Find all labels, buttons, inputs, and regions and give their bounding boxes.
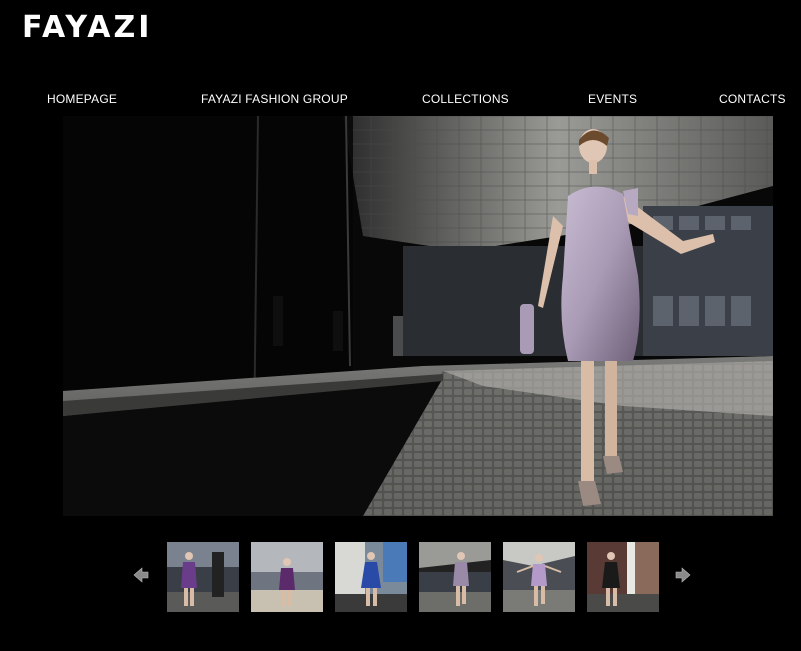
hero-image [63, 116, 773, 516]
thumbnail-1[interactable] [167, 542, 239, 612]
nav-item-homepage[interactable]: HOMEPAGE [47, 92, 117, 106]
thumbnail-2[interactable] [251, 542, 323, 612]
arrow-right-icon[interactable] [674, 566, 692, 584]
brand-logo[interactable]: FAYAZI [22, 12, 152, 44]
nav-item-events[interactable]: EVENTS [588, 92, 637, 106]
main-nav: HOMEPAGE FAYAZI FASHION GROUP COLLECTION… [0, 92, 801, 110]
arrow-left-icon[interactable] [132, 566, 150, 584]
thumbnail-strip [0, 540, 801, 612]
thumbnail-4[interactable] [419, 542, 491, 612]
nav-item-contacts[interactable]: CONTACTS [719, 92, 786, 106]
thumb-dress [181, 562, 197, 588]
thumbnail-3[interactable] [335, 542, 407, 612]
hero-photo [63, 116, 773, 516]
thumbnail-5[interactable] [503, 542, 575, 612]
nav-item-fashion-group[interactable]: FAYAZI FASHION GROUP [201, 92, 348, 106]
thumbnail-6[interactable] [587, 542, 659, 612]
nav-item-collections[interactable]: COLLECTIONS [422, 92, 509, 106]
